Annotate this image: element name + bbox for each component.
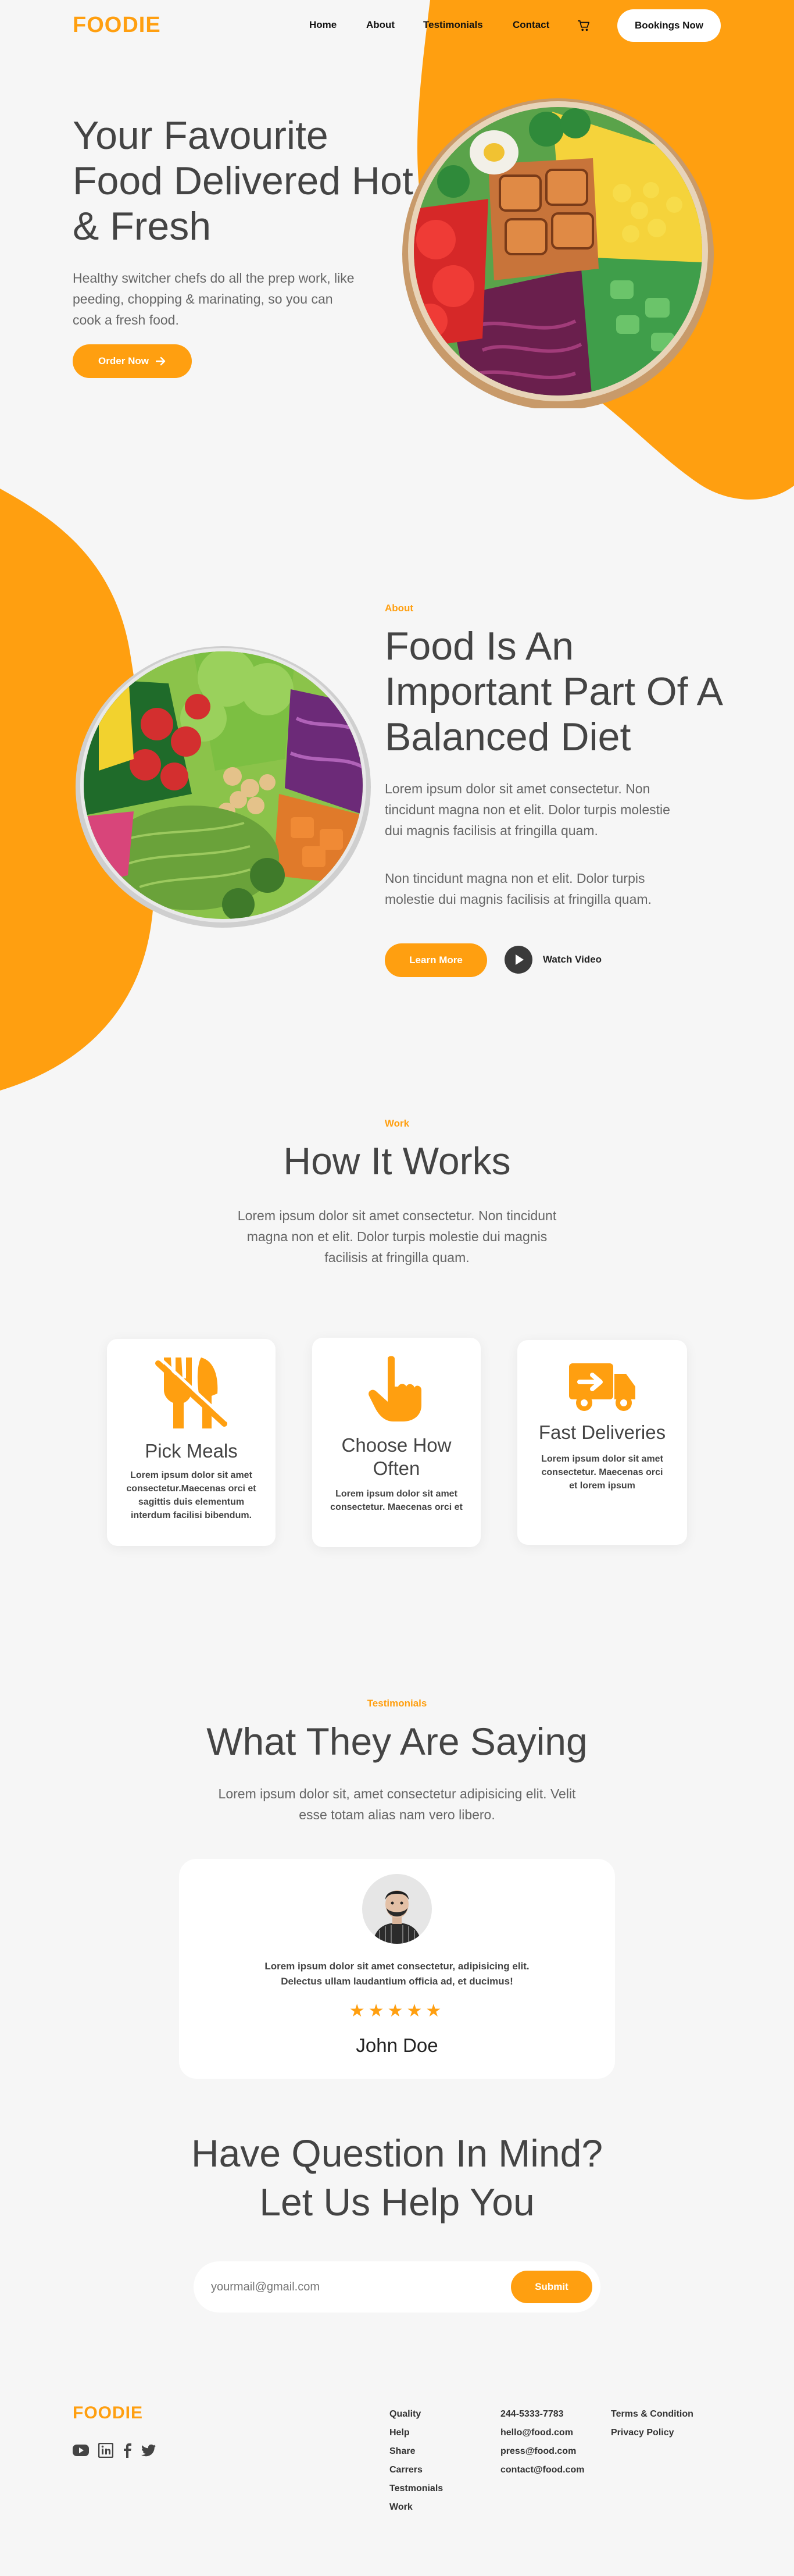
- testimonials-title: What They Are Saying: [206, 1720, 588, 1763]
- nav-about[interactable]: About: [366, 19, 395, 31]
- star-icon: ★: [387, 2001, 407, 2021]
- work-title: How It Works: [283, 1139, 511, 1182]
- hero-food-bowl-image: [402, 98, 714, 408]
- arrow-right-icon: [155, 357, 166, 366]
- footer-link-privacy[interactable]: Privacy Policy: [611, 2424, 693, 2442]
- nav-contact[interactable]: Contact: [513, 19, 549, 31]
- star-icon: ★: [349, 2001, 369, 2021]
- card-text: Lorem ipsum dolor sit amet consectetur. …: [541, 1454, 663, 1491]
- footer-link-share[interactable]: Share: [389, 2442, 443, 2461]
- cart-icon[interactable]: [577, 20, 590, 31]
- card-pick-meals[interactable]: Pick Meals Lorem ipsum dolor sit amet co…: [107, 1339, 276, 1546]
- work-text: Lorem ipsum dolor sit amet consectetur. …: [237, 1208, 557, 1265]
- contact-title-line1: Have Question In Mind?: [191, 2132, 603, 2175]
- twitter-icon[interactable]: [141, 2444, 156, 2457]
- learn-more-button[interactable]: Learn More: [385, 943, 487, 977]
- testimonials-eyebrow: Testimonials: [367, 1698, 427, 1709]
- work-eyebrow: Work: [384, 1118, 410, 1129]
- footer-logo[interactable]: FOODIE: [73, 2403, 143, 2423]
- footer-link-testmonials[interactable]: Testmonials: [389, 2479, 443, 2498]
- footer-email-press[interactable]: press@food.com: [500, 2442, 585, 2461]
- footer-col-legal: Terms & Condition Privacy Policy: [611, 2405, 693, 2442]
- linkedin-icon[interactable]: [98, 2443, 113, 2458]
- hero-title: Your Favourite Food Delivered Hot & Fres…: [73, 113, 413, 248]
- footer-link-terms[interactable]: Terms & Condition: [611, 2405, 693, 2424]
- watch-video-button[interactable]: Watch Video: [505, 946, 602, 974]
- footer-col-links: Quality Help Share Carrers Testmonials W…: [389, 2405, 443, 2517]
- order-now-label: Order Now: [98, 355, 149, 366]
- contact-title-line2: Let Us Help You: [259, 2180, 535, 2224]
- footer-phone[interactable]: 244-5333-7783: [500, 2405, 585, 2424]
- youtube-icon[interactable]: [73, 2444, 89, 2457]
- logo[interactable]: FOODIE: [73, 13, 161, 38]
- star-icon: ★: [425, 2001, 445, 2021]
- card-choose-how-often[interactable]: Choose How Often Lorem ipsum dolor sit a…: [312, 1338, 481, 1547]
- card-fast-deliveries[interactable]: Fast Deliveries Lorem ipsum dolor sit am…: [517, 1340, 687, 1545]
- play-icon: [505, 946, 532, 974]
- card-text: Lorem ipsum dolor sit amet consectetur. …: [330, 1489, 463, 1512]
- social-links: [73, 2443, 156, 2458]
- testimonials-text: Lorem ipsum dolor sit, amet consectetur …: [218, 1786, 576, 1822]
- footer-col-contact: 244-5333-7783 hello@food.com press@food.…: [500, 2405, 585, 2479]
- card-title: Choose How Often: [341, 1434, 452, 1479]
- footer-email-contact[interactable]: contact@food.com: [500, 2461, 585, 2479]
- watch-video-label: Watch Video: [543, 954, 602, 965]
- star-icon: ★: [406, 2001, 426, 2021]
- testimonial-quote: Lorem ipsum dolor sit amet consectetur, …: [264, 1961, 530, 1987]
- card-title: Pick Meals: [145, 1440, 238, 1462]
- nav-testimonials[interactable]: Testimonials: [423, 19, 483, 31]
- footer-link-quality[interactable]: Quality: [389, 2405, 443, 2424]
- card-text: Lorem ipsum dolor sit amet consectetur.M…: [126, 1470, 256, 1520]
- footer-link-work[interactable]: Work: [389, 2498, 443, 2517]
- order-now-button[interactable]: Order Now: [73, 344, 192, 378]
- card-title: Fast Deliveries: [538, 1421, 666, 1443]
- salad-bowl-image: [76, 646, 371, 928]
- rating-stars: ★★★★★: [179, 2001, 615, 2021]
- email-form: Submit: [194, 2261, 600, 2313]
- about-title: Food Is An Important Part Of A Balanced …: [385, 624, 721, 759]
- nav-home[interactable]: Home: [309, 19, 337, 31]
- hero-text: Healthy switcher chefs do all the prep w…: [73, 270, 355, 327]
- avatar: [362, 1874, 432, 1944]
- facebook-icon[interactable]: [123, 2443, 132, 2458]
- bookings-button[interactable]: Bookings Now: [617, 9, 721, 42]
- utensils-icon: [155, 1358, 228, 1428]
- footer-link-carrers[interactable]: Carrers: [389, 2461, 443, 2479]
- email-input[interactable]: [211, 2274, 490, 2300]
- submit-button[interactable]: Submit: [511, 2271, 592, 2303]
- truck-icon: [569, 1363, 635, 1411]
- about-paragraph-1: Lorem ipsum dolor sit amet consectetur. …: [385, 781, 670, 838]
- footer-email-hello[interactable]: hello@food.com: [500, 2424, 585, 2442]
- hand-pointer-icon: [369, 1356, 421, 1421]
- about-eyebrow: About: [385, 603, 414, 614]
- star-icon: ★: [368, 2001, 388, 2021]
- about-paragraph-2: Non tincidunt magna non et elit. Dolor t…: [385, 871, 652, 907]
- testimonial-card: Lorem ipsum dolor sit amet consectetur, …: [179, 1859, 615, 2079]
- footer-link-help[interactable]: Help: [389, 2424, 443, 2442]
- testimonial-author: John Doe: [356, 2035, 438, 2056]
